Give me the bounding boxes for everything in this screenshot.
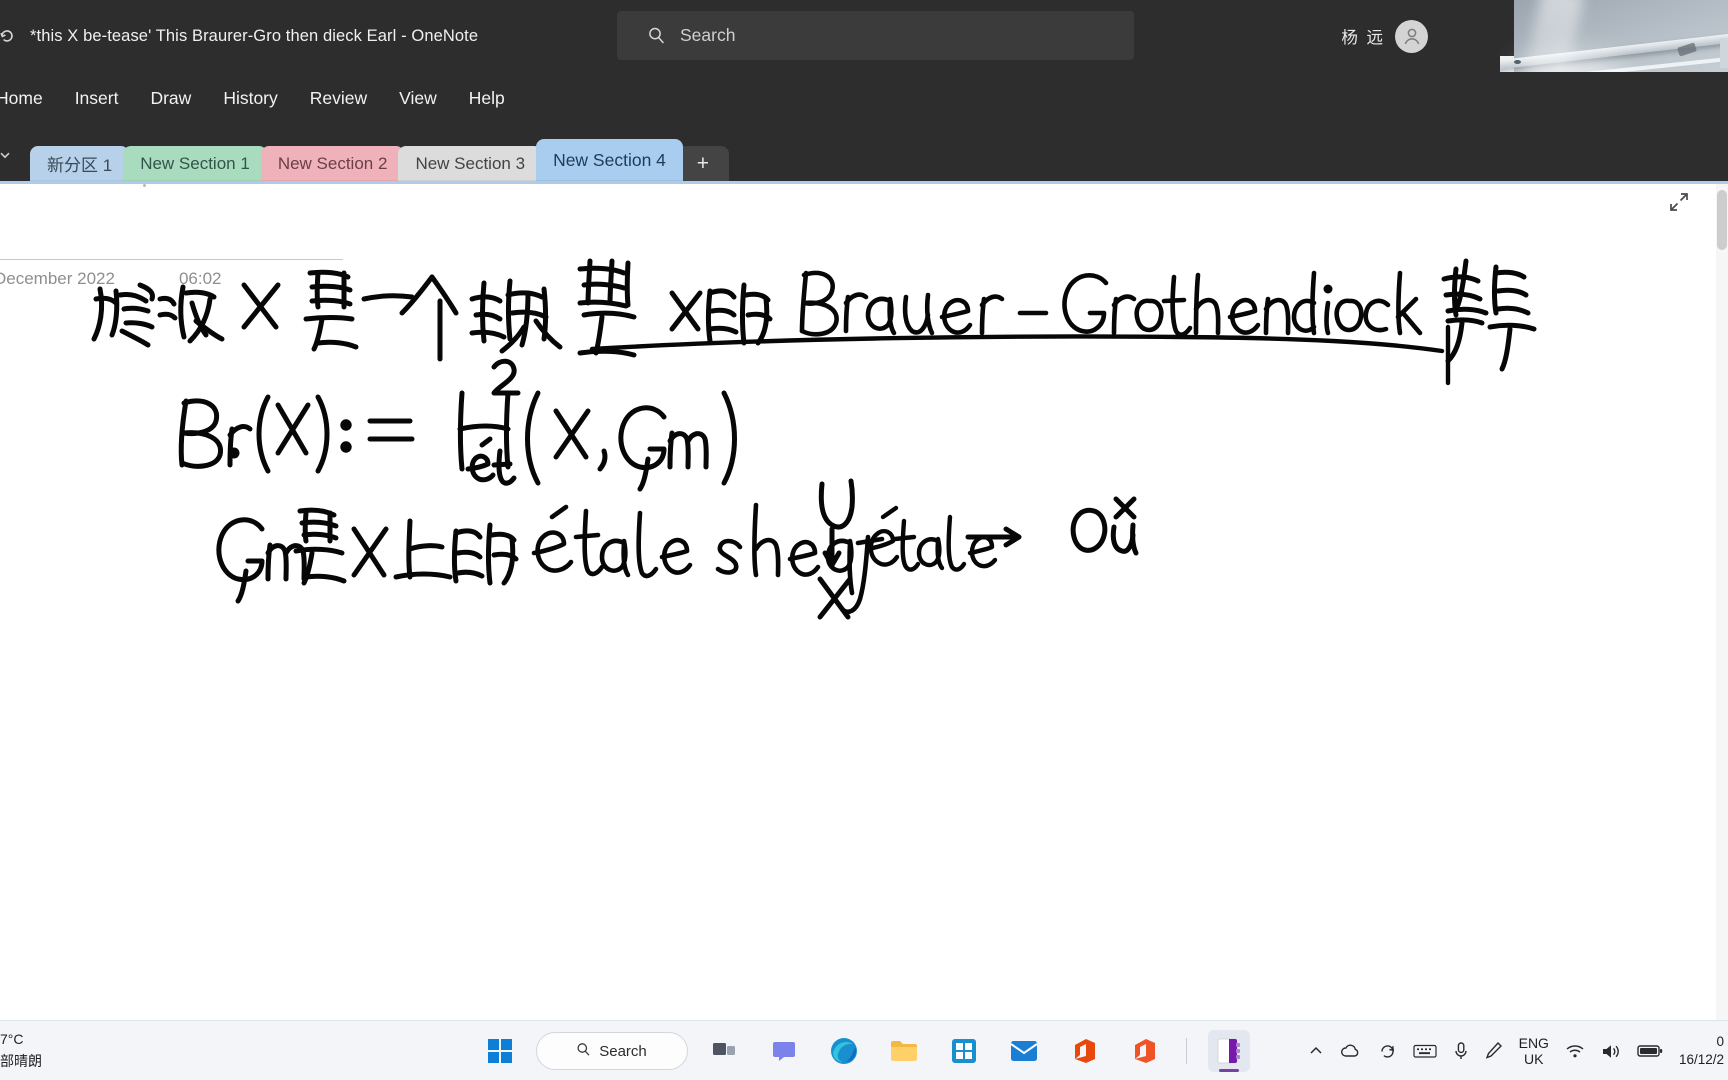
section-tab-strip: 新分区 1 New Section 1 New Section 2 New Se…	[0, 124, 1728, 181]
page-date: December 2022	[0, 269, 115, 288]
search-icon	[576, 1042, 591, 1061]
onenote-icon	[1217, 1038, 1240, 1064]
file-explorer-button[interactable]	[880, 1027, 928, 1075]
section-tab-new-section-4[interactable]: New Section 4	[536, 139, 683, 181]
store-icon	[951, 1039, 976, 1063]
section-tab-xinfenqu-1[interactable]: 新分区 1	[30, 146, 130, 181]
add-section-button[interactable]: +	[676, 146, 729, 181]
windows-taskbar: 7°C 部晴朗 Search ENG UK 0 16/12/2	[0, 1020, 1728, 1080]
battery-icon[interactable]	[1637, 1044, 1663, 1058]
language-line1: ENG	[1518, 1034, 1549, 1051]
taskbar-search-button[interactable]: Search	[535, 1032, 688, 1070]
account-name: 杨 远	[1341, 29, 1385, 47]
search-box[interactable]: Search	[617, 11, 1134, 60]
task-view-button[interactable]	[700, 1027, 748, 1075]
onenote-window: *this X be-tease' This Braurer-Gro then …	[0, 0, 1728, 1080]
start-button[interactable]	[476, 1027, 524, 1075]
refresh-icon[interactable]	[1378, 1042, 1397, 1061]
mail-button[interactable]	[1000, 1027, 1048, 1075]
clock-time: 0	[1716, 1034, 1724, 1050]
section-tab-new-section-3[interactable]: New Section 3	[398, 146, 543, 181]
autosave-circle-arrow-icon[interactable]	[0, 25, 18, 47]
section-tab-new-section-2[interactable]: New Section 2	[260, 146, 405, 181]
pen-icon[interactable]	[1485, 1041, 1503, 1061]
page-metadata: December 2022 06:02	[0, 269, 222, 289]
edge-browser-icon	[830, 1038, 857, 1064]
page-title-divider	[0, 259, 343, 260]
title-bar: *this X be-tease' This Braurer-Gro then …	[0, 0, 1728, 72]
chevron-up-icon[interactable]	[1308, 1043, 1324, 1059]
account-area[interactable]: 杨 远	[1341, 0, 1428, 72]
windows-logo-icon	[487, 1039, 512, 1063]
section-tab-new-section-1[interactable]: New Section 1	[123, 146, 267, 181]
page-scrollbar-thumb[interactable]	[1717, 190, 1727, 250]
search-icon	[647, 26, 666, 45]
title-bar-left: *this X be-tease' This Braurer-Gro then …	[0, 0, 478, 72]
search-placeholder: Search	[680, 25, 736, 45]
keyboard-icon[interactable]	[1413, 1043, 1437, 1059]
speaker-icon[interactable]	[1601, 1043, 1621, 1060]
task-view-icon	[712, 1043, 735, 1055]
teams-chat-icon	[772, 1042, 795, 1061]
mail-icon	[1009, 1041, 1038, 1061]
window-title: *this X be-tease' This Braurer-Gro then …	[30, 26, 479, 45]
scrollbar-fragment[interactable]	[1720, 38, 1728, 68]
ribbon-tab-home[interactable]: Home	[0, 82, 59, 115]
ribbon-tab-view[interactable]: View	[383, 82, 453, 115]
teams-button[interactable]	[760, 1027, 808, 1075]
ribbon-tab-help[interactable]: Help	[453, 82, 521, 115]
ribbon-tab-bar: Home Insert Draw History Review View Hel…	[0, 72, 1728, 124]
page-vertical-scrollbar[interactable]	[1716, 184, 1728, 1020]
ribbon-tab-insert[interactable]: Insert	[59, 82, 135, 115]
clock-date: 16/12/2	[1678, 1052, 1724, 1067]
onenote-button[interactable]	[1205, 1027, 1253, 1075]
ribbon-tab-history[interactable]: History	[207, 82, 293, 115]
language-line2: UK	[1524, 1051, 1544, 1067]
language-indicator[interactable]: ENG UK	[1519, 1035, 1549, 1067]
office-icon	[1074, 1039, 1095, 1063]
handwriting-ink-layer	[91, 258, 1537, 620]
ribbon-tab-draw[interactable]: Draw	[134, 82, 207, 115]
taskbar-divider	[1185, 1038, 1187, 1064]
section-tabs: 新分区 1 New Section 1 New Section 2 New Se…	[30, 124, 729, 181]
office-orange-icon	[1134, 1039, 1155, 1063]
page-top-border	[0, 181, 1728, 184]
expand-arrows-icon[interactable]	[1666, 189, 1692, 215]
page-time: 06:02	[178, 269, 222, 288]
page-marker-dot	[143, 184, 146, 187]
system-tray: ENG UK 0 16/12/2	[1308, 1021, 1728, 1080]
office-alt-button[interactable]	[1120, 1027, 1168, 1075]
office-button[interactable]	[1060, 1027, 1108, 1075]
microsoft-store-button[interactable]	[940, 1027, 988, 1075]
webcam-edge-dark	[1500, 0, 1514, 56]
folder-icon	[890, 1041, 917, 1061]
chevron-down-icon[interactable]	[0, 146, 14, 164]
person-avatar-icon[interactable]	[1395, 19, 1428, 53]
taskbar-search-label: Search	[599, 1042, 647, 1060]
note-page-canvas[interactable]: December 2022 06:02	[0, 181, 1728, 1020]
ribbon-tab-review[interactable]: Review	[294, 82, 383, 115]
ceiling-spot	[1514, 60, 1521, 64]
onenote-running-indicator	[1218, 1069, 1239, 1072]
cloud-icon[interactable]	[1340, 1043, 1362, 1059]
edge-button[interactable]	[820, 1027, 868, 1075]
wifi-icon[interactable]	[1565, 1043, 1585, 1059]
microphone-icon[interactable]	[1453, 1041, 1469, 1061]
clock-widget[interactable]: 0 16/12/2	[1679, 1033, 1724, 1068]
